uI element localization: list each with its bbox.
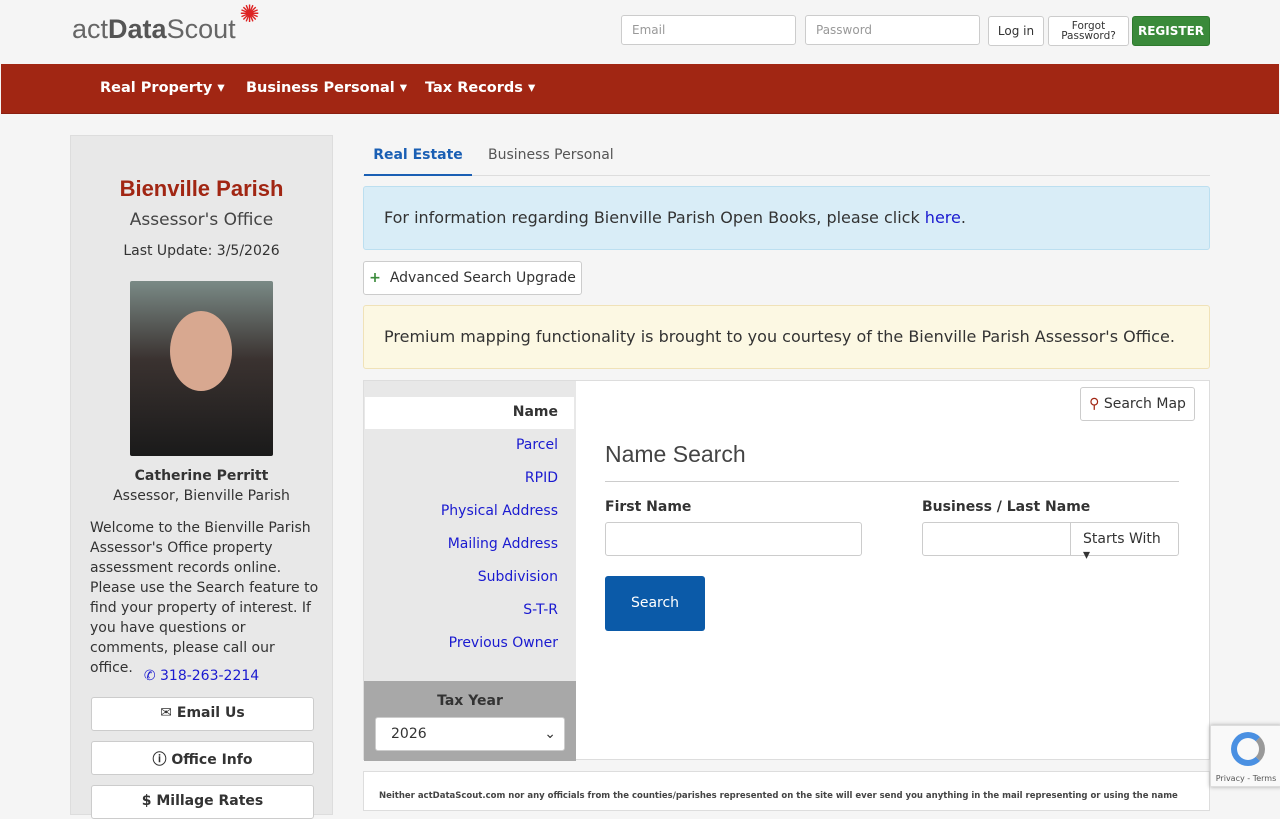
nav-business-personal[interactable]: Business Personal ▾ bbox=[246, 80, 407, 96]
premium-alert: Premium mapping functionality is brought… bbox=[363, 305, 1210, 369]
disclaimer: Neither actDataScout.com nor any officia… bbox=[363, 771, 1210, 811]
recaptcha-icon bbox=[1231, 732, 1265, 766]
tax-year-select[interactable]: 2026 ⌄ bbox=[375, 717, 565, 751]
search-type-physical-address[interactable]: Physical Address bbox=[441, 503, 558, 519]
info-icon: ⓘ bbox=[152, 752, 167, 768]
phone-icon: ✆ bbox=[143, 668, 156, 684]
first-name-input[interactable] bbox=[605, 522, 862, 556]
assessor-role: Assessor, Bienville Parish bbox=[113, 488, 290, 504]
advanced-search-upgrade-button[interactable]: + Advanced Search Upgrade bbox=[363, 261, 582, 295]
search-panel: Name Parcel RPID Physical Address Mailin… bbox=[363, 380, 1210, 761]
welcome-text: Welcome to the Bienville Parish Assessor… bbox=[90, 520, 319, 676]
nav-real-property[interactable]: Real Property ▾ bbox=[100, 80, 225, 96]
password-input[interactable]: Password bbox=[805, 15, 980, 45]
logo-star-icon: ✺ bbox=[239, 1, 260, 28]
sidebar: Bienville Parish Assessor's Office Last … bbox=[70, 135, 333, 819]
envelope-icon: ✉ bbox=[160, 705, 173, 721]
open-books-alert: For information regarding Bienville Pari… bbox=[363, 186, 1210, 250]
email-input[interactable]: Email bbox=[621, 15, 796, 45]
phone-link[interactable]: ✆ 318-263-2214 bbox=[71, 668, 332, 684]
search-type-subdivision[interactable]: Subdivision bbox=[478, 569, 558, 585]
search-map-label: Search Map bbox=[1103, 396, 1186, 412]
search-type-previous-owner[interactable]: Previous Owner bbox=[449, 635, 558, 651]
tab-real-estate[interactable]: Real Estate bbox=[364, 136, 472, 176]
nav-tax-records[interactable]: Tax Records ▾ bbox=[425, 80, 535, 96]
email-us-button[interactable]: ✉ Email Us bbox=[91, 697, 314, 731]
divider bbox=[605, 481, 1179, 482]
alert-text: For information regarding Bienville Pari… bbox=[384, 208, 925, 227]
office-info-button[interactable]: ⓘ Office Info bbox=[91, 741, 314, 775]
search-type-mailing-address[interactable]: Mailing Address bbox=[448, 536, 558, 552]
chevron-down-icon: ⌄ bbox=[544, 726, 556, 742]
last-name-label: Business / Last Name bbox=[922, 499, 1091, 515]
header: actDataScout ✺ Email Password Log in Forg… bbox=[0, 0, 1280, 64]
logo[interactable]: actDataScout ✺ bbox=[72, 1, 260, 45]
recaptcha-badge[interactable]: Privacy - Terms bbox=[1210, 725, 1280, 787]
assessor-photo bbox=[130, 281, 273, 456]
search-type-name[interactable]: Name bbox=[365, 397, 574, 429]
match-mode-label: Starts With bbox=[1083, 531, 1161, 547]
millage-rates-button[interactable]: $ Millage Rates bbox=[91, 785, 314, 819]
search-type-menu: Name Parcel RPID Physical Address Mailin… bbox=[364, 381, 576, 681]
email-us-label: Email Us bbox=[176, 705, 245, 721]
assessor-name: Catherine Perritt bbox=[134, 468, 269, 484]
map-marker-icon: ⚲ bbox=[1089, 396, 1100, 412]
search-type-str[interactable]: S-T-R bbox=[523, 602, 558, 618]
name-search-title: Name Search bbox=[605, 441, 746, 467]
alert-end: . bbox=[960, 208, 966, 227]
last-name-input[interactable] bbox=[922, 522, 1071, 556]
recaptcha-links[interactable]: Privacy - Terms bbox=[1211, 774, 1280, 783]
match-mode-dropdown[interactable]: Starts With ▾ bbox=[1070, 522, 1179, 563]
tab-business-personal[interactable]: Business Personal bbox=[488, 147, 614, 163]
office-info-label: Office Info bbox=[171, 752, 253, 768]
search-type-parcel[interactable]: Parcel bbox=[516, 437, 558, 453]
search-button[interactable]: Search bbox=[605, 576, 705, 631]
last-update: Last Update: 3/5/2026 bbox=[123, 243, 280, 259]
advanced-label: Advanced Search Upgrade bbox=[389, 270, 576, 286]
phone-number: 318-263-2214 bbox=[160, 668, 260, 684]
plus-icon: + bbox=[369, 270, 381, 286]
parish-title: Bienville Parish bbox=[119, 176, 284, 201]
register-button[interactable]: REGISTER bbox=[1132, 16, 1210, 46]
forgot-password-button[interactable]: Forgot Password? bbox=[1048, 16, 1129, 46]
office-subtitle: Assessor's Office bbox=[129, 210, 274, 230]
main-nav: Real Property ▾ Business Personal ▾ Tax … bbox=[1, 64, 1279, 114]
tax-year-label: Tax Year bbox=[437, 693, 503, 709]
search-map-button[interactable]: ⚲ Search Map bbox=[1080, 387, 1195, 421]
here-link[interactable]: here bbox=[925, 208, 961, 227]
first-name-label: First Name bbox=[605, 499, 692, 515]
tax-year-box: Tax Year 2026 ⌄ bbox=[364, 681, 576, 761]
tabs: Real Estate Business Personal bbox=[363, 136, 1210, 176]
search-type-rpid[interactable]: RPID bbox=[525, 470, 558, 486]
tax-year-value: 2026 bbox=[391, 726, 427, 742]
login-button[interactable]: Log in bbox=[988, 16, 1044, 46]
